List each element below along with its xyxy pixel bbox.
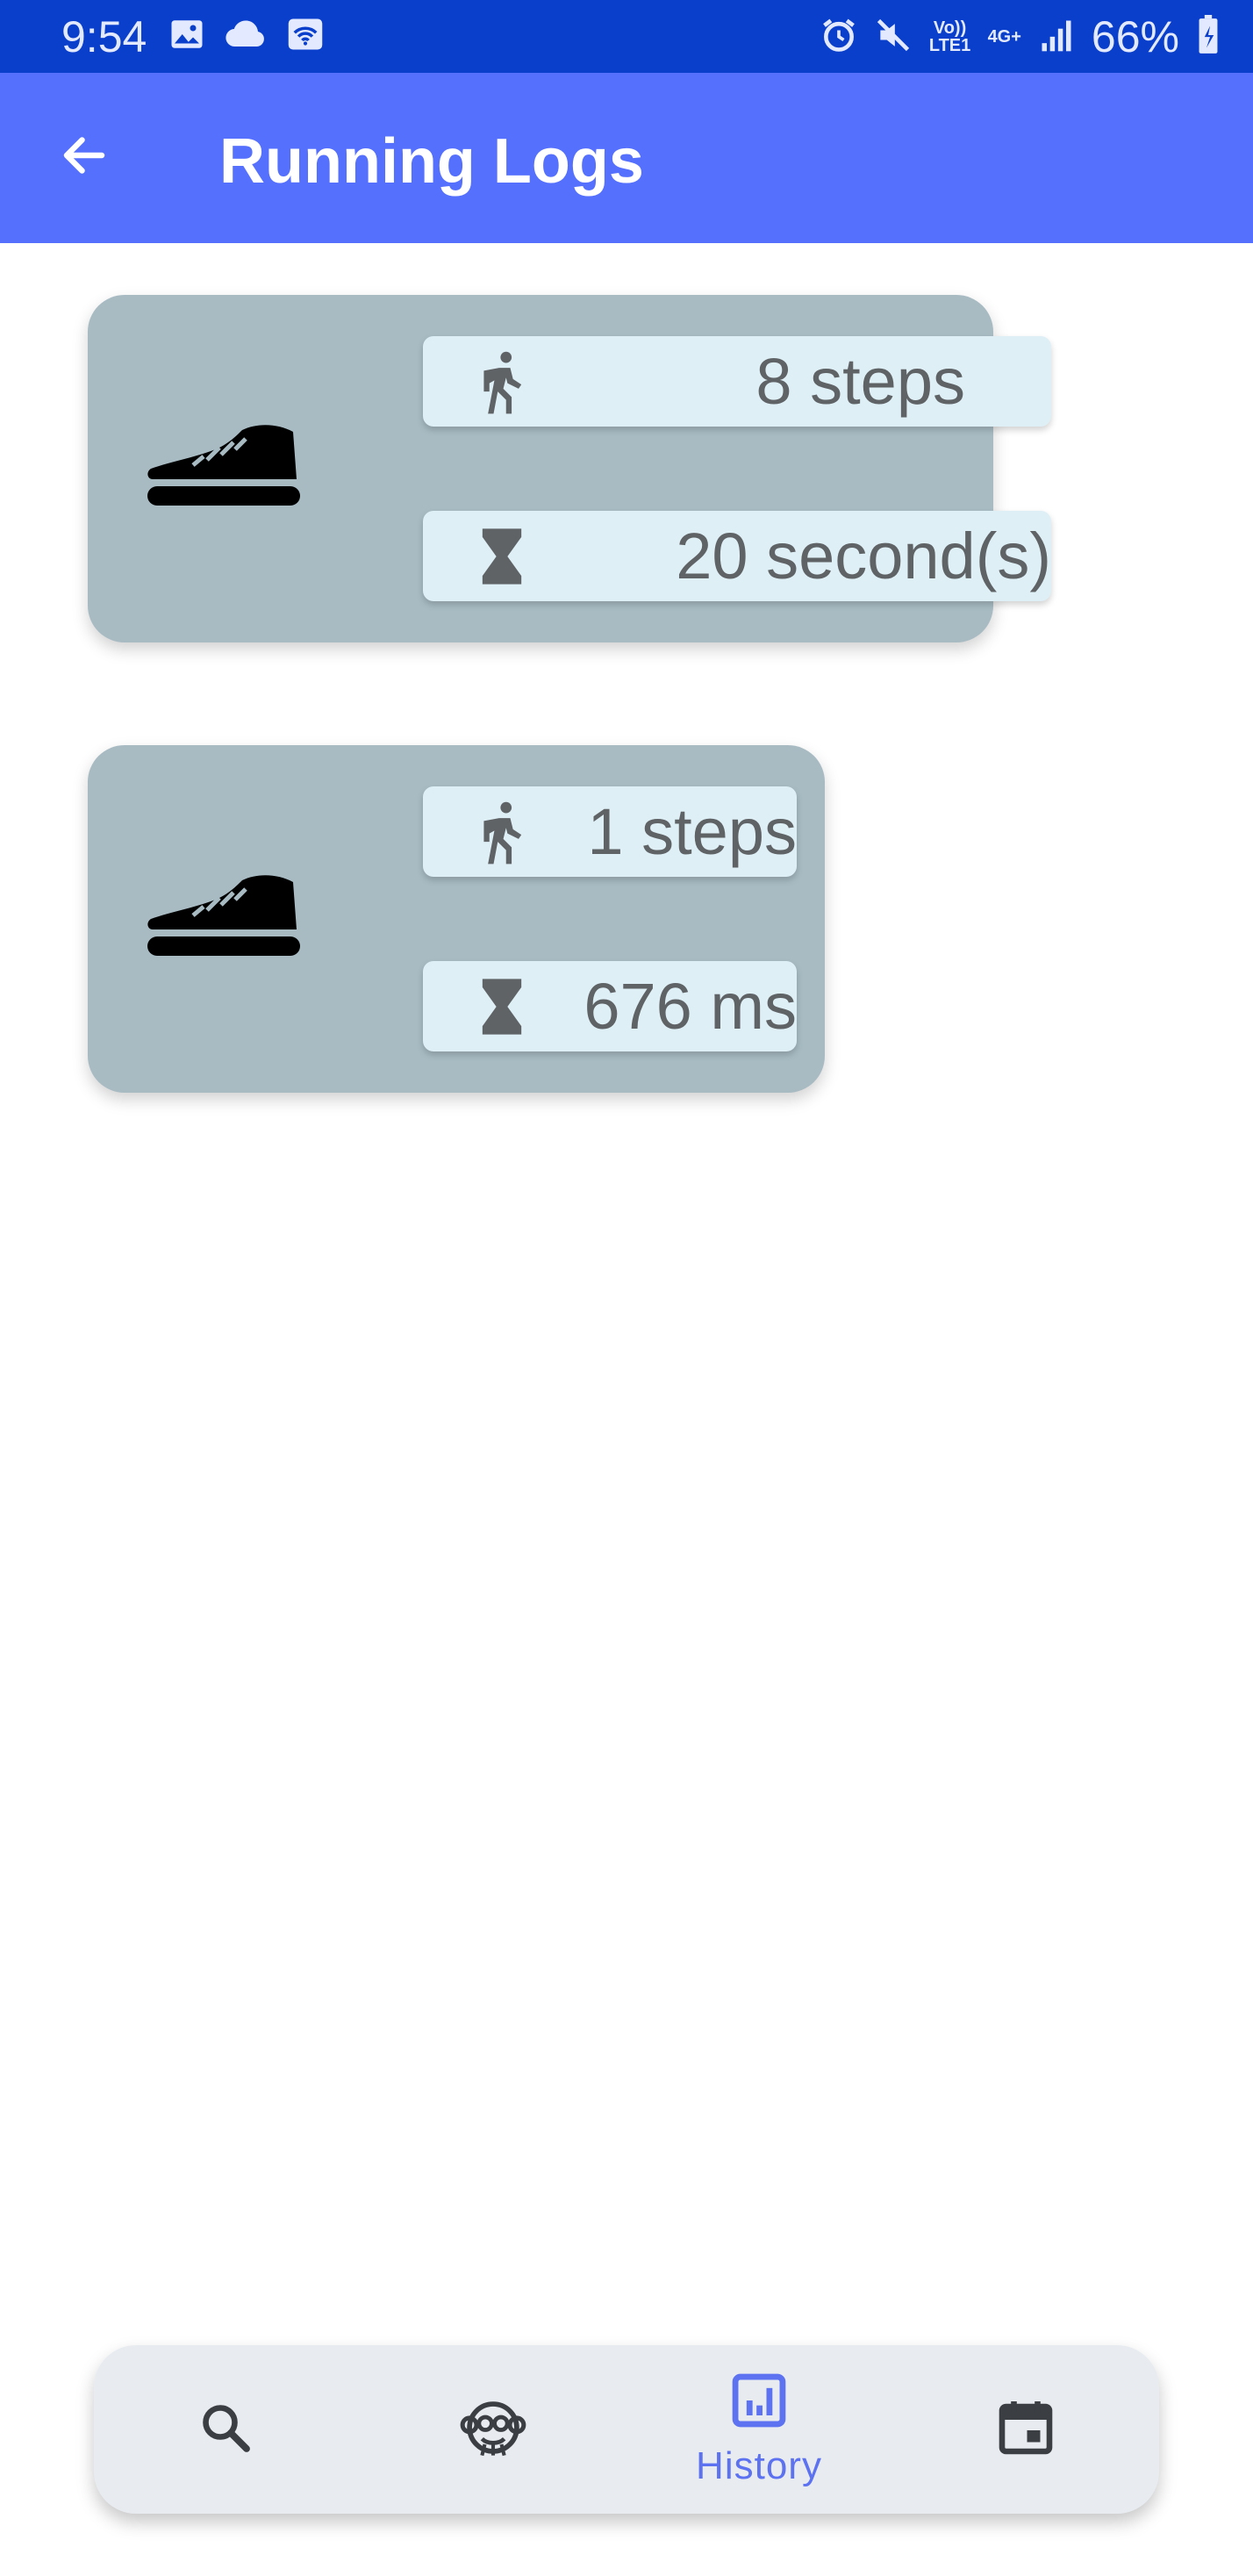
- battery-percent: 66%: [1091, 12, 1179, 61]
- monkey-icon: [460, 2394, 526, 2465]
- nav-label-history: History: [696, 2443, 822, 2487]
- log-card[interactable]: 1 steps 676 ms: [88, 745, 825, 1093]
- search-icon: [194, 2396, 257, 2464]
- duration-pill: 676 ms: [423, 961, 797, 1051]
- calendar-icon: [994, 2396, 1057, 2464]
- duration-pill: 20 second(s): [423, 511, 1051, 601]
- hourglass-icon: [469, 972, 535, 1042]
- shoe-icon: [146, 868, 302, 965]
- nav-item-history[interactable]: History: [671, 2345, 847, 2514]
- walking-icon: [469, 797, 535, 867]
- shoe-icon: [146, 418, 302, 514]
- bottom-navigation: History: [94, 2345, 1159, 2514]
- steps-value: 8 steps: [755, 345, 965, 418]
- steps-pill: 1 steps: [423, 786, 797, 877]
- gallery-icon: [168, 16, 205, 57]
- status-bar: 9:54 Vo)) LTE1 4G+ 66%: [0, 0, 1253, 73]
- duration-value: 20 second(s): [676, 520, 1051, 592]
- nav-item-search[interactable]: [138, 2345, 313, 2514]
- page-title: Running Logs: [219, 126, 644, 197]
- cloud-icon: [225, 16, 267, 57]
- steps-pill: 8 steps: [423, 336, 1051, 427]
- nav-item-monkey[interactable]: [405, 2345, 581, 2514]
- walking-icon: [469, 347, 535, 417]
- status-right: Vo)) LTE1 4G+ 66%: [820, 9, 1221, 65]
- mute-icon: [874, 16, 913, 59]
- arrow-back-icon: [58, 129, 111, 186]
- nav-item-calendar[interactable]: [938, 2345, 1113, 2514]
- steps-value: 1 steps: [587, 795, 797, 868]
- app-bar: Running Logs: [0, 73, 1253, 243]
- signal-icon: [1037, 16, 1076, 59]
- battery-icon: [1195, 14, 1221, 60]
- alarm-icon: [820, 16, 858, 59]
- wifi-icon: [286, 16, 325, 57]
- duration-value: 676 ms: [584, 970, 797, 1043]
- network-icon: 4G+: [987, 27, 1021, 47]
- status-left-icons: [168, 16, 325, 57]
- hourglass-icon: [469, 521, 535, 592]
- status-time: 9:54: [61, 12, 147, 61]
- history-chart-icon: [729, 2371, 789, 2435]
- back-button[interactable]: [51, 124, 118, 190]
- log-card[interactable]: 8 steps 20 second(s): [88, 295, 1051, 642]
- volte-icon: Vo)) LTE1: [928, 18, 971, 55]
